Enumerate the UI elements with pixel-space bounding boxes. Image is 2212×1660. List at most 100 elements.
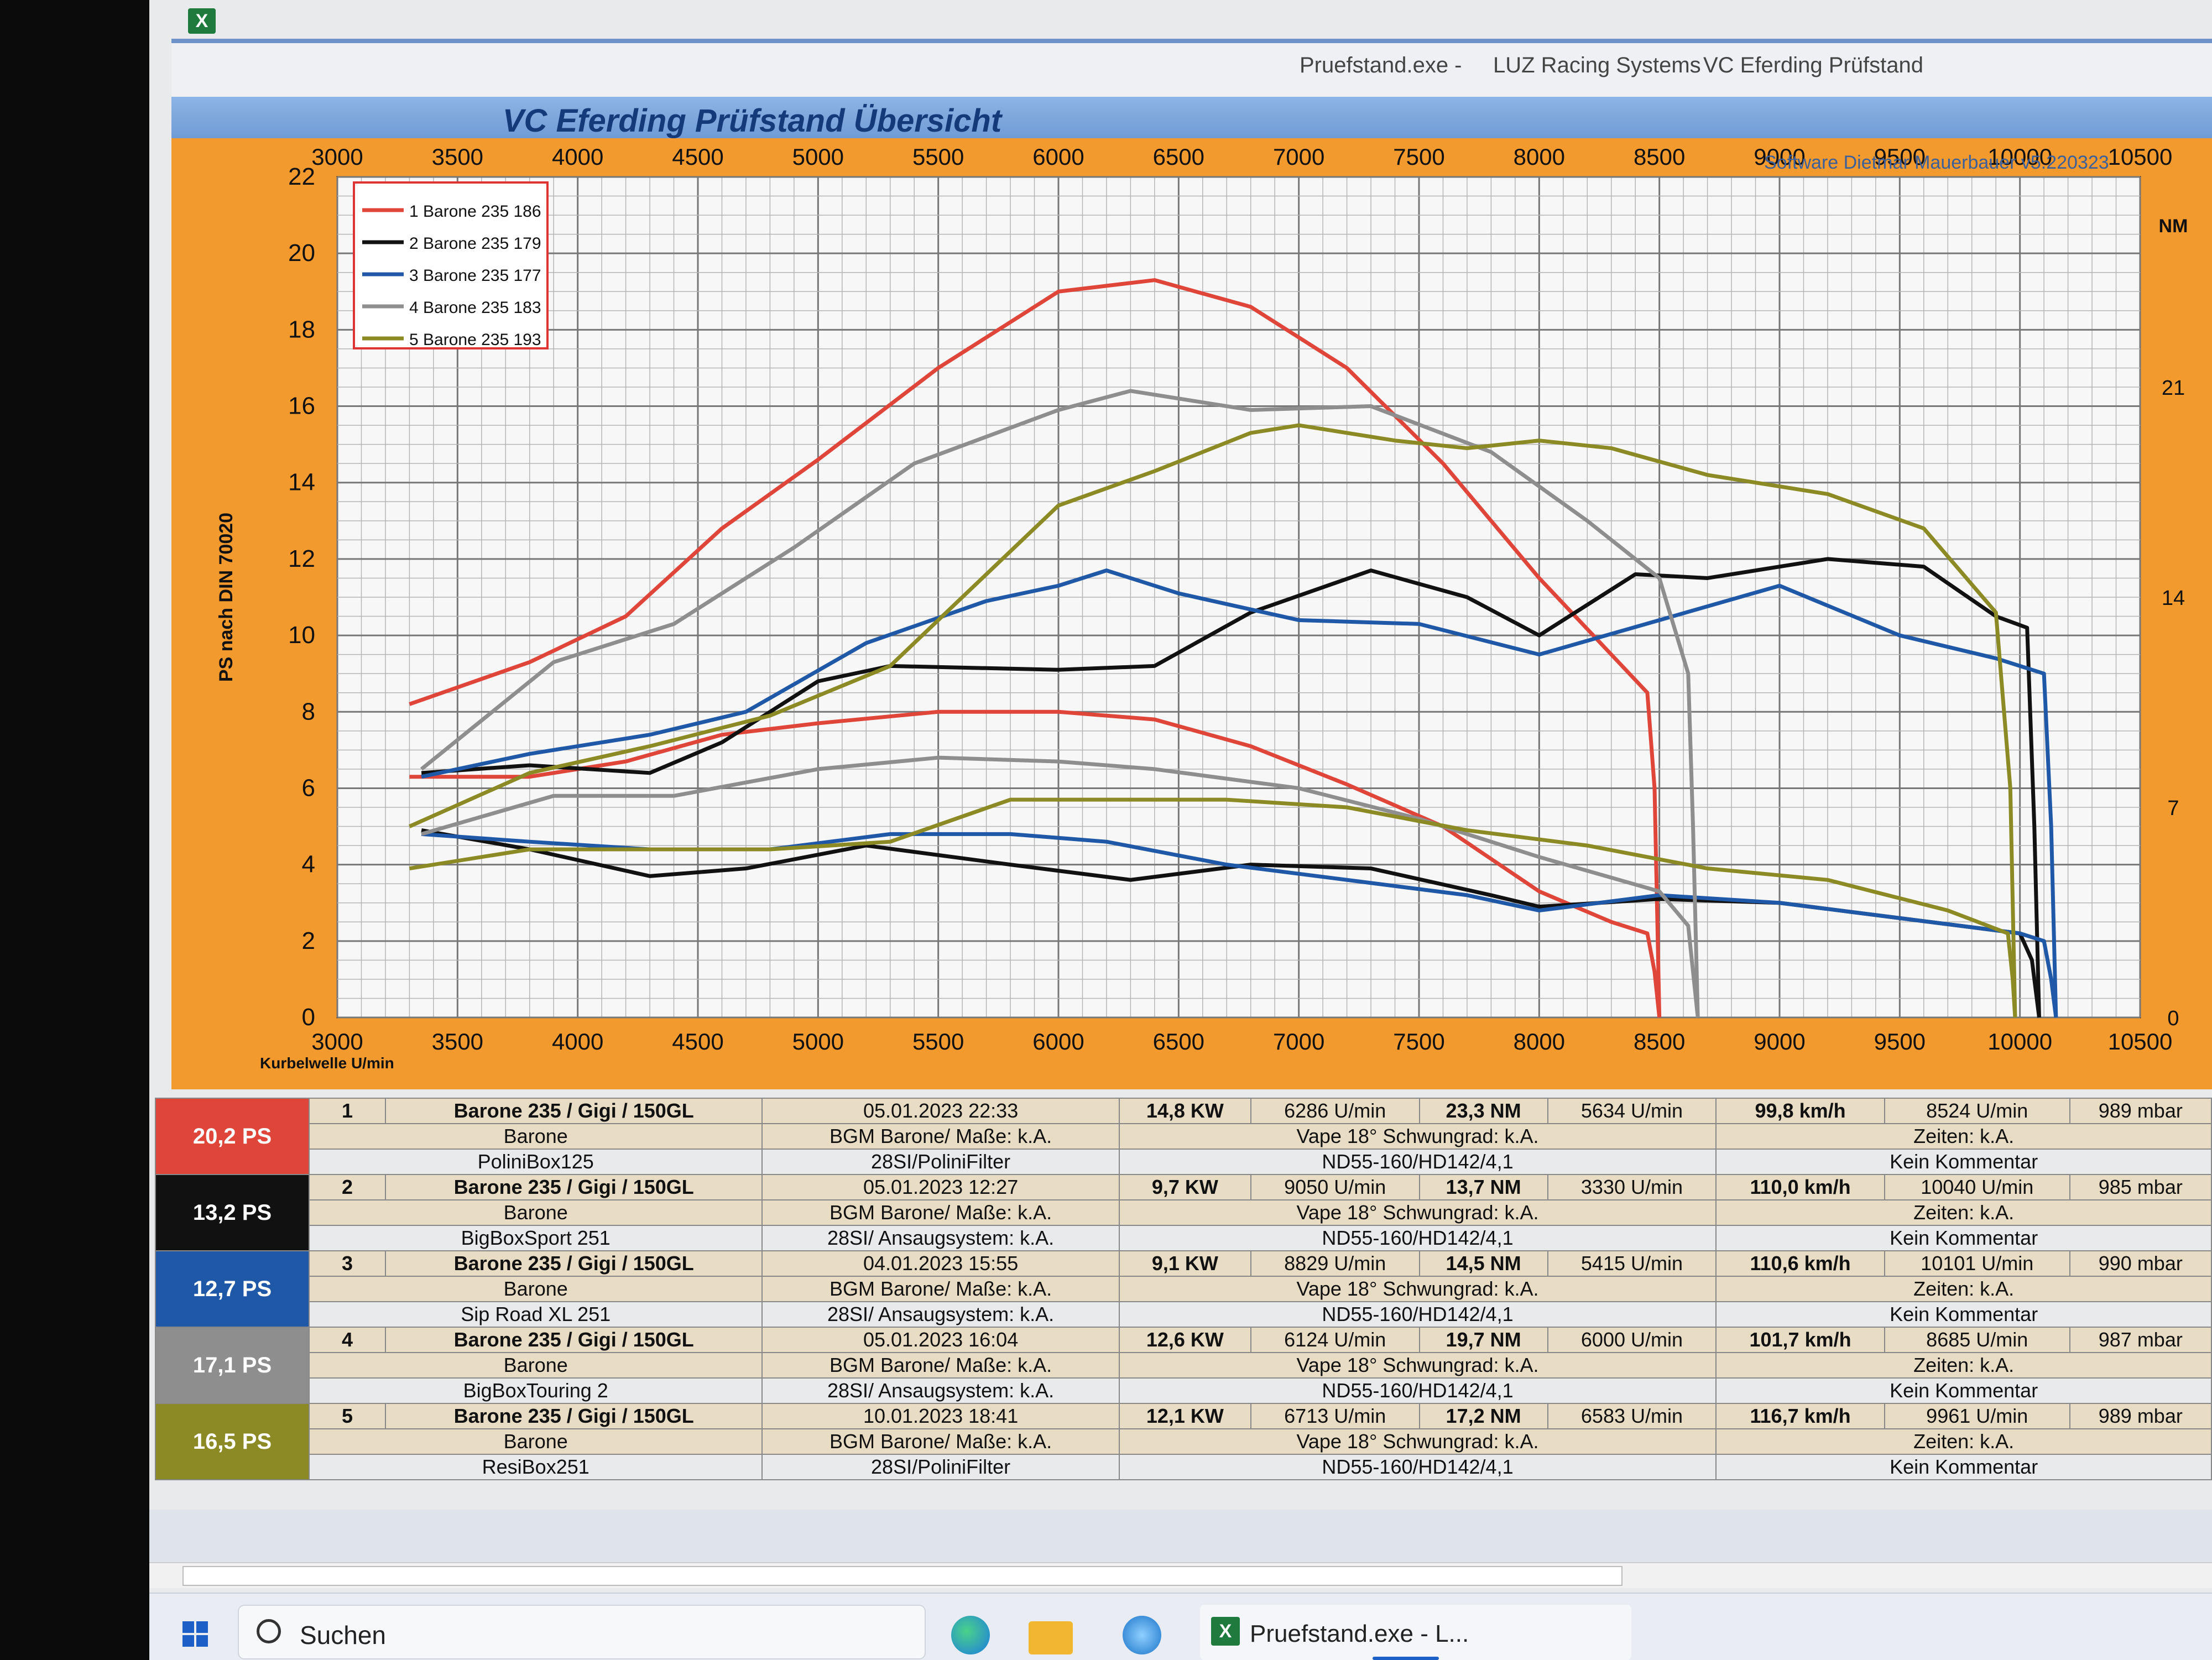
- x-tick-top-label: 6500: [1153, 144, 1204, 170]
- result-measure: BGM Barone/ Maße: k.A.: [761, 1428, 1120, 1455]
- result-title: Barone 235 / Gigi / 150GL: [384, 1250, 763, 1277]
- result-vehicle: Barone: [308, 1428, 763, 1455]
- x-tick-bottom-label: 8500: [1634, 1029, 1685, 1055]
- result-engine: Vape 18° Schwungrad: k.A.: [1118, 1199, 1717, 1226]
- result-torque: 14,5 NM: [1418, 1250, 1548, 1277]
- x-tick-bottom-label: 4000: [552, 1029, 603, 1055]
- result-exhaust: Sip Road XL 251: [308, 1301, 763, 1328]
- y-tick-label: 20: [288, 239, 315, 267]
- x-tick-bottom-label: 7500: [1393, 1029, 1444, 1055]
- x-tick-bottom-label: 3000: [311, 1029, 363, 1055]
- result-number: 2: [309, 1174, 386, 1200]
- y-tick-label: 18: [288, 316, 315, 343]
- y2-tick-label: 14: [2162, 587, 2185, 610]
- y-tick-label: 6: [302, 774, 315, 801]
- result-ps-badge: 16,5 PS: [155, 1403, 310, 1480]
- result-measure: BGM Barone/ Maße: k.A.: [761, 1123, 1120, 1150]
- result-rpm-peak-power: 6713 U/min: [1250, 1403, 1420, 1429]
- horizontal-scrollbar[interactable]: [149, 1562, 2212, 1588]
- result-row-detail: PoliniBox125 28SI/PoliniFilter ND55-160/…: [155, 1149, 2212, 1175]
- result-intake: 28SI/PoliniFilter: [761, 1454, 1120, 1480]
- result-pressure: 989 mbar: [2069, 1403, 2212, 1429]
- result-carb: ND55-160/HD142/4,1: [1118, 1377, 1717, 1404]
- x-tick-top-label: 4500: [672, 144, 723, 170]
- internet-explorer-icon[interactable]: [1123, 1616, 1161, 1654]
- result-row[interactable]: 16,5 PS 5 Barone 235 / Gigi / 150GL 10.0…: [155, 1403, 2212, 1480]
- result-comment: Kein Kommentar: [1715, 1454, 2212, 1480]
- result-rpm-max: 9961 U/min: [1884, 1403, 2070, 1429]
- result-carb: ND55-160/HD142/4,1: [1118, 1149, 1717, 1175]
- result-title: Barone 235 / Gigi / 150GL: [384, 1174, 763, 1200]
- result-number: 5: [309, 1403, 386, 1429]
- result-row[interactable]: 17,1 PS 4 Barone 235 / Gigi / 150GL 05.0…: [155, 1327, 2212, 1404]
- chart-frame: 3000 3000 3500 3500 4000 4000 4500 4500 5000 5000…: [171, 116, 2212, 1089]
- result-vehicle: Barone: [308, 1199, 763, 1226]
- result-speed: 110,0 km/h: [1715, 1174, 1885, 1200]
- x-tick-top-label: 4000: [552, 144, 603, 170]
- result-exhaust: ResiBox251: [308, 1454, 763, 1480]
- window-app-name: VC Eferding Prüfstand: [1703, 53, 1923, 77]
- result-rpm-max: 8524 U/min: [1884, 1098, 2070, 1124]
- result-row-detail: Barone BGM Barone/ Maße: k.A. Vape 18° S…: [155, 1123, 2212, 1150]
- result-engine: Vape 18° Schwungrad: k.A.: [1118, 1352, 1717, 1379]
- result-kw: 9,7 KW: [1118, 1174, 1251, 1200]
- chart-header-bar: VC Eferding Prüfstand Übersicht: [171, 97, 2212, 139]
- legend-label: 3 Barone 235 177: [409, 267, 541, 285]
- x-tick-bottom-label: 9500: [1874, 1029, 1926, 1055]
- active-indicator: [1373, 1657, 1439, 1660]
- x-tick-top-label: 10500: [2108, 144, 2173, 170]
- search-icon: [257, 1619, 281, 1643]
- result-times: Zeiten: k.A.: [1715, 1276, 2212, 1302]
- x-tick-bottom-label: 6000: [1032, 1029, 1084, 1055]
- x-tick-bottom-label: 8000: [1514, 1029, 1565, 1055]
- y2-tick-label: 0: [2167, 1007, 2179, 1030]
- result-row[interactable]: 13,2 PS 2 Barone 235 / Gigi / 150GL 05.0…: [155, 1174, 2212, 1251]
- excel-task-label: Pruefstand.exe - L...: [1250, 1620, 1469, 1647]
- result-times: Zeiten: k.A.: [1715, 1428, 2212, 1455]
- result-kw: 12,6 KW: [1118, 1327, 1251, 1353]
- x-tick-bottom-label: 10000: [1987, 1029, 2052, 1055]
- result-row-detail: ResiBox251 28SI/PoliniFilter ND55-160/HD…: [155, 1454, 2212, 1480]
- scrollbar-thumb[interactable]: [182, 1566, 1623, 1586]
- result-row-detail: BigBoxTouring 2 28SI/ Ansaugsystem: k.A.…: [155, 1377, 2212, 1404]
- x-tick-bottom-label: 6500: [1153, 1029, 1204, 1055]
- result-row[interactable]: 20,2 PS 1 Barone 235 / Gigi / 150GL 05.0…: [155, 1098, 2212, 1175]
- y-tick-label: 12: [288, 545, 315, 572]
- x-tick-bottom-label: 7000: [1273, 1029, 1324, 1055]
- edge-browser-icon[interactable]: [951, 1616, 990, 1654]
- result-speed: 116,7 km/h: [1715, 1403, 1885, 1429]
- result-measure: BGM Barone/ Maße: k.A.: [761, 1352, 1120, 1379]
- x-tick-top-label: 8500: [1634, 144, 1685, 170]
- result-date: 04.01.2023 15:55: [761, 1250, 1120, 1277]
- result-torque: 17,2 NM: [1418, 1403, 1548, 1429]
- result-date: 05.01.2023 22:33: [761, 1098, 1120, 1124]
- result-speed: 99,8 km/h: [1715, 1098, 1885, 1124]
- result-comment: Kein Kommentar: [1715, 1149, 2212, 1175]
- y-tick-label: 22: [288, 163, 315, 190]
- windows-start-icon[interactable]: [182, 1621, 208, 1647]
- result-carb: ND55-160/HD142/4,1: [1118, 1225, 1717, 1251]
- y2-tick-label: 21: [2162, 377, 2185, 400]
- excel-app-icon[interactable]: X: [188, 8, 216, 34]
- excel-taskbar-button[interactable]: X Pruefstand.exe - L...: [1200, 1605, 1631, 1660]
- result-vehicle: Barone: [308, 1123, 763, 1150]
- result-intake: 28SI/ Ansaugsystem: k.A.: [761, 1301, 1120, 1328]
- y-tick-label: 0: [302, 1004, 315, 1031]
- taskbar-search-box[interactable]: Suchen: [238, 1605, 926, 1659]
- window-app-title: Pruefstand.exe -: [1300, 53, 1462, 77]
- y-axis-label: PS nach DIN 70020: [216, 513, 237, 682]
- y-tick-label: 2: [302, 927, 315, 954]
- result-row[interactable]: 12,7 PS 3 Barone 235 / Gigi / 150GL 04.0…: [155, 1250, 2212, 1328]
- result-vehicle: Barone: [308, 1276, 763, 1302]
- x-tick-top-label: 6000: [1032, 144, 1084, 170]
- result-torque: 19,7 NM: [1418, 1327, 1548, 1353]
- result-speed: 110,6 km/h: [1715, 1250, 1885, 1277]
- software-version: Software Dietmar Mauerbauer v5.220323: [1764, 152, 2109, 173]
- x-tick-bottom-label: 9000: [1754, 1029, 1805, 1055]
- result-torque: 13,7 NM: [1418, 1174, 1548, 1200]
- results-table: 20,2 PS 1 Barone 235 / Gigi / 150GL 05.0…: [155, 1098, 2212, 1507]
- result-exhaust: BigBoxTouring 2: [308, 1377, 763, 1404]
- legend-label: 1 Barone 235 186: [409, 202, 541, 221]
- file-explorer-icon[interactable]: [1029, 1621, 1073, 1654]
- result-measure: BGM Barone/ Maße: k.A.: [761, 1276, 1120, 1302]
